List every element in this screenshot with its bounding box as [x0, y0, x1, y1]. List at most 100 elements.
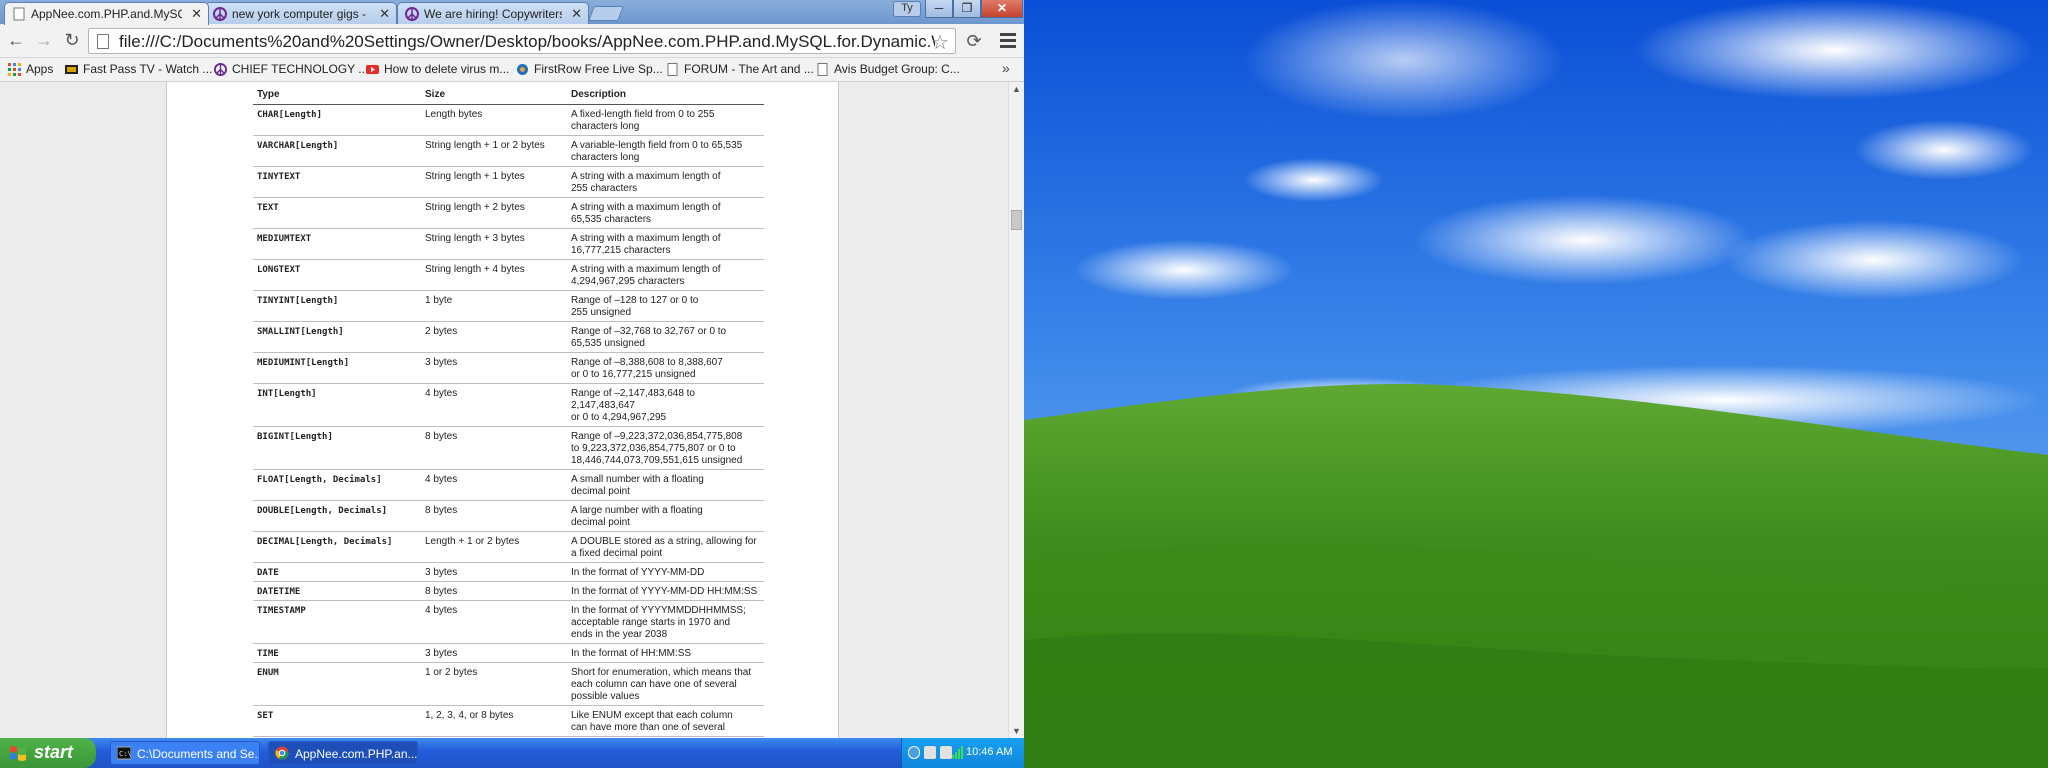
- bookmark-label: How to delete virus m...: [384, 62, 510, 76]
- table-row: TEXT String length + 2 bytes A string with…: [253, 197, 764, 229]
- cell-description: Range of –9,223,372,036,854,775,808 to 9,…: [567, 426, 764, 470]
- taskbar-item-chrome[interactable]: AppNee.com.PHP.an...: [268, 741, 418, 765]
- table-row: INT[Length] 4 bytes Range of –2,147,483,64…: [253, 383, 764, 427]
- bookmark-label: CHIEF TECHNOLOGY ...: [232, 62, 369, 76]
- table-row: SMALLINT[Length] 2 bytes Range of –32,768 …: [253, 321, 764, 353]
- bookmark-avis[interactable]: Avis Budget Group: C...: [816, 62, 960, 76]
- description-line: Range of –32,768 to 32,767 or 0 to: [571, 325, 727, 337]
- cell-description: A string with a maximum length of 16,777,…: [567, 228, 764, 260]
- cell-description: Range of –2,147,483,648 to 2,147,483,647…: [567, 383, 764, 427]
- cell-type: DATE: [253, 562, 421, 582]
- speaker-icon[interactable]: [940, 746, 952, 759]
- table-row: TIME 3 bytes In the format of HH:MM:SS: [253, 643, 764, 663]
- cell-type: DECIMAL[Length, Decimals]: [253, 531, 421, 563]
- menu-icon[interactable]: [998, 30, 1018, 50]
- start-button[interactable]: start: [0, 738, 96, 768]
- address-bar[interactable]: file:///C:/Documents%20and%20Settings/Ow…: [88, 28, 956, 54]
- back-arrow-icon[interactable]: ←: [6, 31, 26, 51]
- table-row: TINYTEXT String length + 1 bytes A string …: [253, 166, 764, 198]
- cell-size: 1, 2, 3, 4, or 8 bytes: [421, 705, 567, 737]
- cell-type: MEDIUMINT[Length]: [253, 352, 421, 384]
- table-row: FLOAT[Length, Decimals] 4 bytes A small nu…: [253, 469, 764, 501]
- bookmark-firstrow[interactable]: FirstRow Free Live Sp...: [516, 62, 663, 76]
- forward-arrow-icon[interactable]: →: [34, 31, 54, 51]
- bookmarks-bar: Apps Fast Pass TV - Watch ... CHIEF TECH…: [0, 58, 1024, 82]
- tab-close-icon[interactable]: ✕: [571, 6, 582, 22]
- extension-refresh-icon[interactable]: ⟳: [964, 31, 984, 51]
- cell-size: String length + 1 or 2 bytes: [421, 135, 567, 167]
- tab-craigslist[interactable]: new york computer gigs - craigslist ✕: [205, 2, 397, 24]
- description-line: 4,294,967,295 characters: [571, 275, 685, 287]
- minimize-button[interactable]: ─: [925, 0, 953, 18]
- bookmark-chief-technology[interactable]: CHIEF TECHNOLOGY ...: [214, 62, 368, 76]
- description-line: 16,777,215 characters: [571, 244, 671, 256]
- cell-type: CHAR[Length]: [253, 104, 421, 136]
- taskbar-clock[interactable]: 10:46 AM: [966, 746, 1012, 758]
- bookmark-delete-virus[interactable]: How to delete virus m...: [366, 62, 509, 76]
- cmd-icon: C:\: [117, 746, 131, 760]
- url-text[interactable]: file:///C:/Documents%20and%20Settings/Ow…: [119, 32, 935, 52]
- cell-type: TIME: [253, 643, 421, 663]
- tab-title: We are hiring! Copywriters,: [424, 7, 562, 21]
- page-icon: [667, 63, 678, 76]
- new-tab-button[interactable]: [588, 6, 624, 21]
- cell-description: In the format of HH:MM:SS: [567, 643, 764, 663]
- restore-button[interactable]: ❐: [953, 0, 981, 18]
- bookmarks-overflow-icon[interactable]: »: [1002, 60, 1010, 76]
- cell-size: 8 bytes: [421, 581, 567, 601]
- start-label: start: [34, 742, 74, 762]
- monitor-icon[interactable]: [924, 746, 936, 759]
- reload-icon[interactable]: ↻: [62, 31, 82, 51]
- cell-type: LONGTEXT: [253, 259, 421, 291]
- description-line: A large number with a floating: [571, 504, 703, 516]
- bookmark-star-icon[interactable]: ☆: [931, 30, 949, 55]
- table-row: MEDIUMINT[Length] 3 bytes Range of –8,388,…: [253, 352, 764, 384]
- scrollbar-thumb[interactable]: [1011, 210, 1022, 230]
- bookmark-forum[interactable]: FORUM - The Art and ...: [666, 62, 814, 76]
- network-icon[interactable]: [908, 746, 920, 759]
- tab-appnee[interactable]: AppNee.com.PHP.and.MySQL ✕: [4, 2, 209, 25]
- description-line: Range of –9,223,372,036,854,775,808: [571, 430, 743, 442]
- column-header-type: Type: [253, 88, 421, 105]
- signal-bars-icon[interactable]: [952, 745, 964, 759]
- table-row: BIGINT[Length] 8 bytes Range of –9,223,372…: [253, 426, 764, 470]
- table-row: ENUM 1 or 2 bytes Short for enumeration, w…: [253, 662, 764, 706]
- tab-close-icon[interactable]: ✕: [191, 6, 202, 22]
- table-row: TINYINT[Length] 1 byte Range of –128 to 12…: [253, 290, 764, 322]
- profile-badge[interactable]: Ty: [893, 1, 921, 17]
- taskbar-item-command-prompt[interactable]: C:\ C:\Documents and Se...: [110, 741, 260, 765]
- description-line: Range of –2,147,483,648 to 2,147,483,647: [571, 387, 695, 411]
- close-window-button[interactable]: ✕: [981, 0, 1023, 18]
- tab-title: AppNee.com.PHP.and.MySQL: [31, 7, 182, 21]
- cell-description: Range of –8,388,608 to 8,388,607 or 0 to …: [567, 352, 764, 384]
- bookmark-label: FORUM - The Art and ...: [684, 62, 814, 76]
- bookmark-apps[interactable]: Apps: [8, 62, 53, 76]
- description-line: Range of –128 to 127 or 0 to: [571, 294, 699, 306]
- scroll-up-arrow-icon[interactable]: ▲: [1012, 84, 1021, 94]
- table-row: MEDIUMTEXT String length + 3 bytes A strin…: [253, 228, 764, 260]
- cell-size: 8 bytes: [421, 426, 567, 470]
- cell-type: SET: [253, 705, 421, 737]
- description-line: A fixed-length field from 0 to 255: [571, 108, 715, 120]
- description-line: A small number with a floating: [571, 473, 704, 485]
- browser-window: AppNee.com.PHP.and.MySQL ✕ new york comp…: [0, 0, 1024, 738]
- apps-grid-icon: [8, 63, 21, 76]
- tab-hiring[interactable]: We are hiring! Copywriters, ✕: [397, 2, 589, 24]
- bookmark-label: Fast Pass TV - Watch ...: [83, 62, 213, 76]
- description-line: can have more than one of several: [571, 721, 725, 733]
- pdf-viewport[interactable]: Type Size Description CHAR[Length] Length…: [0, 82, 1008, 738]
- mysql-data-types-table: Type Size Description CHAR[Length] Length…: [253, 88, 764, 737]
- tab-close-icon[interactable]: ✕: [379, 6, 390, 22]
- bookmark-fastpass[interactable]: Fast Pass TV - Watch ...: [65, 62, 212, 76]
- cell-size: 3 bytes: [421, 643, 567, 663]
- scroll-down-arrow-icon[interactable]: ▼: [1012, 726, 1021, 736]
- cell-description: A string with a maximum length of 255 cha…: [567, 166, 764, 198]
- description-line: or 0 to 16,777,215 unsigned: [571, 368, 696, 380]
- vertical-scrollbar[interactable]: ▲ ▼: [1008, 82, 1024, 738]
- description-line: Range of –8,388,608 to 8,388,607: [571, 356, 723, 368]
- peace-icon: [213, 7, 227, 21]
- description-line: acceptable range starts in 1970 and: [571, 616, 730, 628]
- description-line: decimal point: [571, 516, 630, 528]
- description-line: A variable-length field from 0 to 65,535: [571, 139, 743, 151]
- table-row: SET 1, 2, 3, 4, or 8 bytes Like ENUM excep…: [253, 705, 764, 737]
